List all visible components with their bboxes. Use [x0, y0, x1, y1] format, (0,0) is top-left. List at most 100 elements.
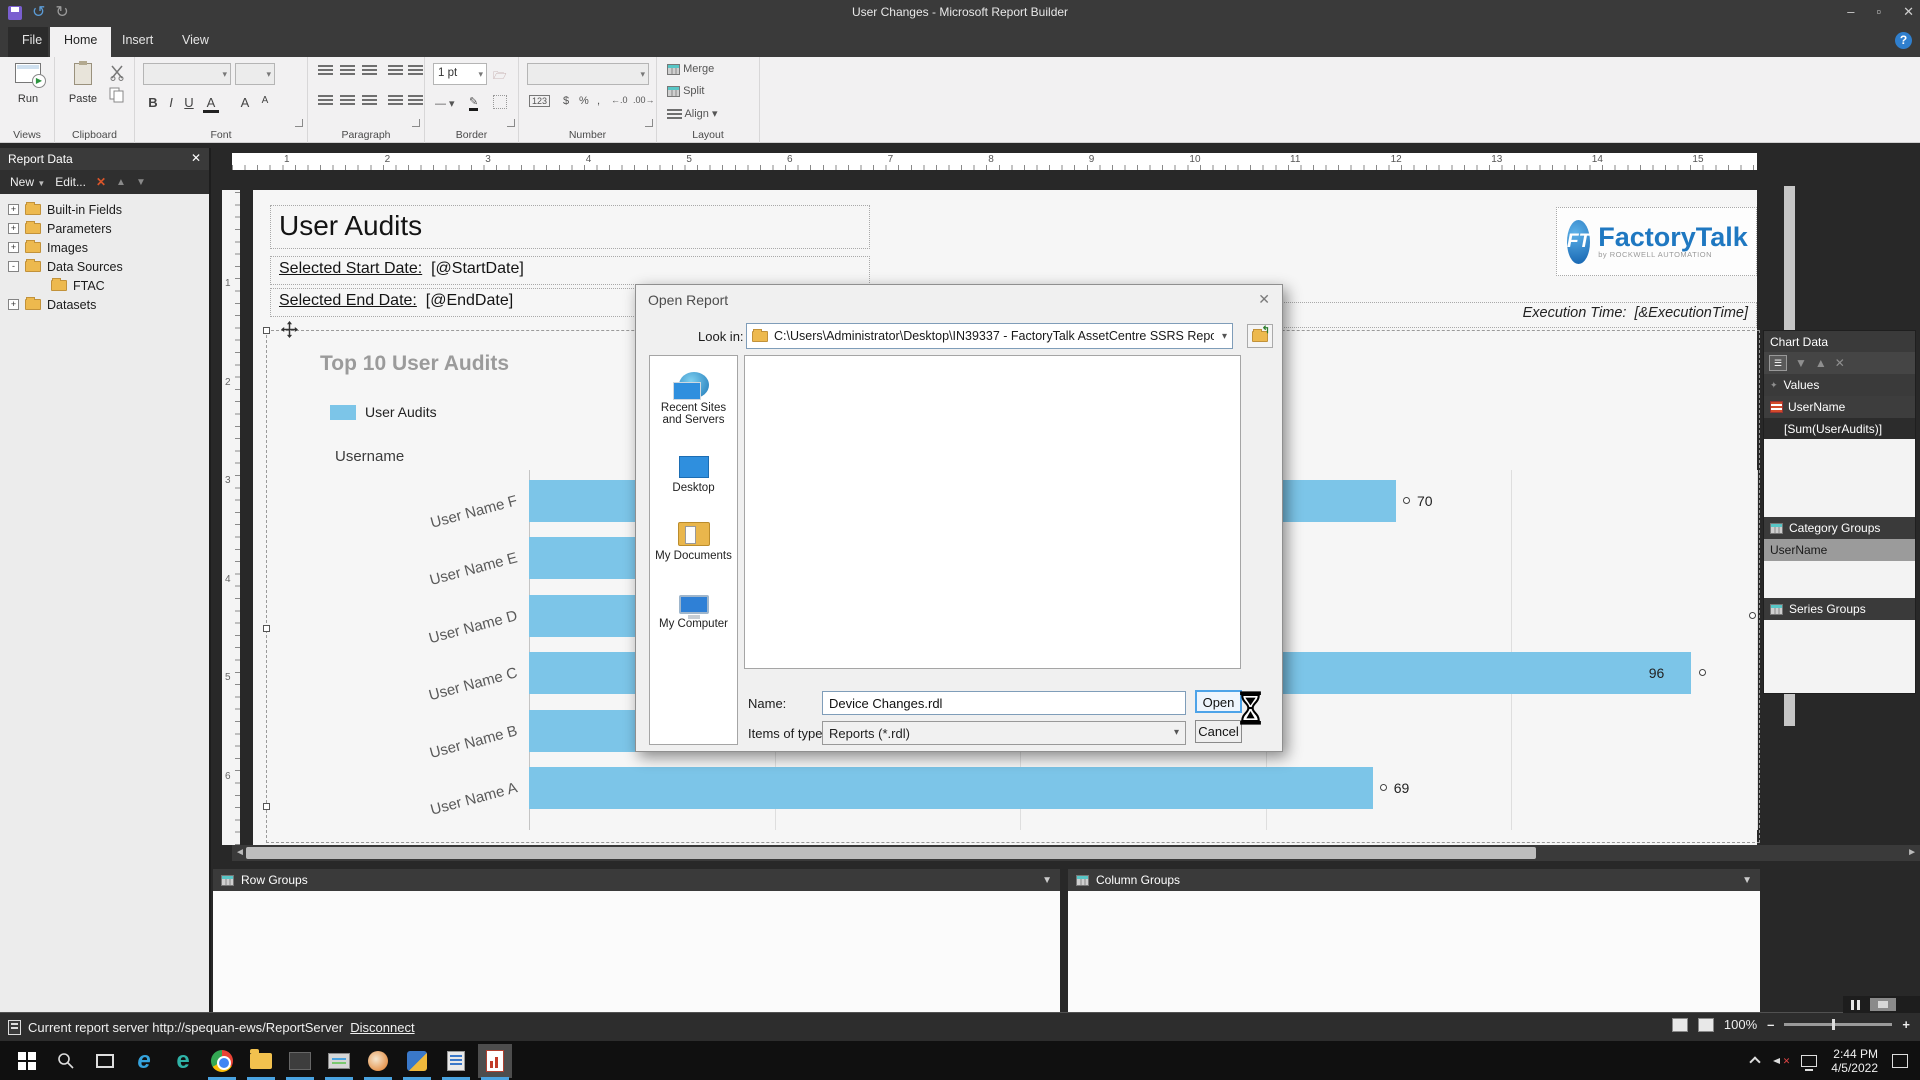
italic-button[interactable]: I — [163, 95, 179, 110]
pause-icon[interactable] — [1851, 1000, 1860, 1010]
name-input[interactable]: Device Changes.rdl — [822, 691, 1186, 715]
bar-user-name-a[interactable] — [529, 767, 1373, 809]
column-groups-body[interactable] — [1068, 891, 1760, 1012]
decimal-decrease-icon[interactable]: .00→ — [633, 95, 655, 105]
edit-button[interactable]: Edit... — [55, 175, 86, 189]
grow-font-button[interactable]: A — [237, 95, 253, 110]
action-center-icon[interactable] — [1892, 1054, 1908, 1068]
speaker-muted-icon[interactable] — [1773, 1055, 1787, 1067]
file-list[interactable] — [744, 355, 1241, 669]
align-top-icon[interactable] — [318, 65, 333, 76]
indent-decrease-icon[interactable] — [388, 65, 403, 76]
zoom-out-icon[interactable]: – — [1767, 1017, 1774, 1032]
tab-file[interactable]: File — [8, 27, 48, 57]
scroll-right-icon[interactable]: ► — [1907, 847, 1917, 858]
number-123-icon[interactable]: 123 — [529, 95, 550, 107]
report-title-textbox[interactable]: User Audits — [270, 205, 870, 249]
app-icon-report-grid[interactable] — [444, 1049, 468, 1073]
align-middle-icon[interactable] — [340, 65, 355, 76]
number-dialog-launcher[interactable] — [645, 119, 653, 127]
design-view-icon[interactable] — [1672, 1018, 1688, 1032]
report-builder-taskbar-icon[interactable] — [483, 1049, 507, 1073]
tree-toggle-icon[interactable]: + — [8, 299, 19, 310]
place-desktop[interactable]: Desktop — [672, 444, 714, 494]
percent-icon[interactable]: % — [579, 95, 589, 107]
tab-home[interactable]: Home — [50, 27, 111, 57]
open-button[interactable]: Open — [1195, 690, 1242, 713]
close-button[interactable]: ✕ — [1903, 4, 1914, 20]
place-recent-sites-and-servers[interactable]: Recent Sites and Servers — [650, 364, 737, 426]
comma-icon[interactable]: , — [597, 95, 600, 107]
column-groups-chevron-icon[interactable]: ▼ — [1742, 875, 1752, 886]
tree-item-images[interactable]: +Images — [0, 238, 209, 257]
clock[interactable]: 2:44 PM 4/5/2022 — [1831, 1047, 1878, 1075]
number-format-combo[interactable]: ▾ — [527, 63, 649, 85]
properties-icon[interactable]: ☰ — [1769, 355, 1787, 371]
align-bottom-icon[interactable] — [362, 65, 377, 76]
border-grid-icon[interactable] — [493, 95, 507, 109]
app-icon-puzzle[interactable] — [405, 1049, 429, 1073]
border-color-icon[interactable]: ✎ — [469, 95, 478, 111]
values-item-sum[interactable]: [Sum(UserAudits)] — [1764, 418, 1915, 439]
tray-chevron-icon[interactable] — [1750, 1056, 1761, 1067]
tree-toggle-icon[interactable]: + — [8, 242, 19, 253]
selection-handle[interactable] — [263, 803, 270, 810]
look-in-combo[interactable]: C:\Users\Administrator\Desktop\IN39337 -… — [746, 323, 1233, 349]
start-button[interactable] — [15, 1049, 39, 1073]
paste-button[interactable]: Paste — [61, 63, 105, 105]
dialog-close-icon[interactable]: ✕ — [1258, 291, 1270, 308]
copy-icon[interactable] — [109, 87, 125, 103]
zoom-slider-thumb[interactable] — [1832, 1019, 1835, 1030]
task-view-icon[interactable] — [93, 1049, 117, 1073]
bullet-list-icon[interactable] — [388, 95, 403, 106]
network-icon[interactable] — [1801, 1055, 1817, 1067]
align-left-icon[interactable] — [318, 95, 333, 106]
font-dialog-launcher[interactable] — [295, 119, 303, 127]
values-item-username[interactable]: UserName — [1764, 396, 1915, 418]
paragraph-dialog-launcher[interactable] — [412, 119, 420, 127]
align-right-icon[interactable] — [362, 95, 377, 106]
horizontal-scrollbar[interactable]: ◄ ► — [232, 845, 1920, 861]
run-button[interactable]: ▶ Run — [8, 63, 48, 105]
execution-time-textbox[interactable]: Execution Time: [&ExecutionTime] — [1280, 302, 1757, 328]
shrink-font-button[interactable]: A — [257, 95, 273, 106]
internet-explorer-icon[interactable]: e — [132, 1049, 156, 1073]
underline-button[interactable]: U — [181, 95, 197, 110]
place-my-computer[interactable]: My Computer — [659, 580, 728, 630]
tree-item-built-in-fields[interactable]: +Built-in Fields — [0, 200, 209, 219]
search-icon[interactable] — [54, 1049, 78, 1073]
align-center-icon[interactable] — [340, 95, 355, 106]
merge-button[interactable]: Merge — [667, 63, 714, 75]
row-groups-chevron-icon[interactable]: ▼ — [1042, 875, 1052, 886]
indent-increase-icon[interactable] — [408, 65, 423, 76]
row-groups-body[interactable] — [213, 891, 1060, 1012]
font-name-combo[interactable]: ▾ — [143, 63, 231, 85]
factorytalk-logo[interactable]: FT FactoryTalk by ROCKWELL AUTOMATION — [1556, 207, 1757, 276]
snapshot-icon[interactable] — [1870, 998, 1896, 1011]
tab-insert[interactable]: Insert — [108, 27, 167, 57]
new-button[interactable]: New ▼ — [10, 175, 45, 189]
zoom-in-icon[interactable]: + — [1902, 1017, 1910, 1032]
help-icon[interactable]: ? — [1895, 32, 1912, 49]
up-one-level-button[interactable]: ↰ — [1247, 324, 1273, 348]
zoom-slider[interactable] — [1784, 1023, 1892, 1026]
fill-color-icon[interactable]: 🗁 — [493, 67, 507, 86]
font-color-button[interactable]: A — [203, 95, 219, 113]
minimize-button[interactable]: – — [1847, 4, 1854, 20]
align-button[interactable]: Align ▾ — [667, 107, 718, 120]
tree-item-data-sources[interactable]: -Data Sources — [0, 257, 209, 276]
border-dialog-launcher[interactable] — [507, 119, 515, 127]
font-size-combo[interactable]: ▾ — [235, 63, 275, 85]
move-down-icon[interactable]: ▼ — [1795, 356, 1807, 370]
tree-item-parameters[interactable]: +Parameters — [0, 219, 209, 238]
delete-icon[interactable]: ✕ — [96, 175, 106, 189]
report-data-close-icon[interactable]: ✕ — [191, 151, 201, 165]
scroll-left-icon[interactable]: ◄ — [235, 847, 245, 858]
maximize-button[interactable]: ▫ — [1876, 4, 1881, 20]
tree-item-ftac[interactable]: FTAC — [0, 276, 209, 295]
tree-toggle-icon[interactable]: + — [8, 223, 19, 234]
bold-button[interactable]: B — [145, 95, 161, 110]
cut-icon[interactable] — [109, 65, 127, 81]
app-icon-monitor[interactable] — [327, 1049, 351, 1073]
move-up-icon[interactable]: ▲ — [1815, 356, 1827, 370]
